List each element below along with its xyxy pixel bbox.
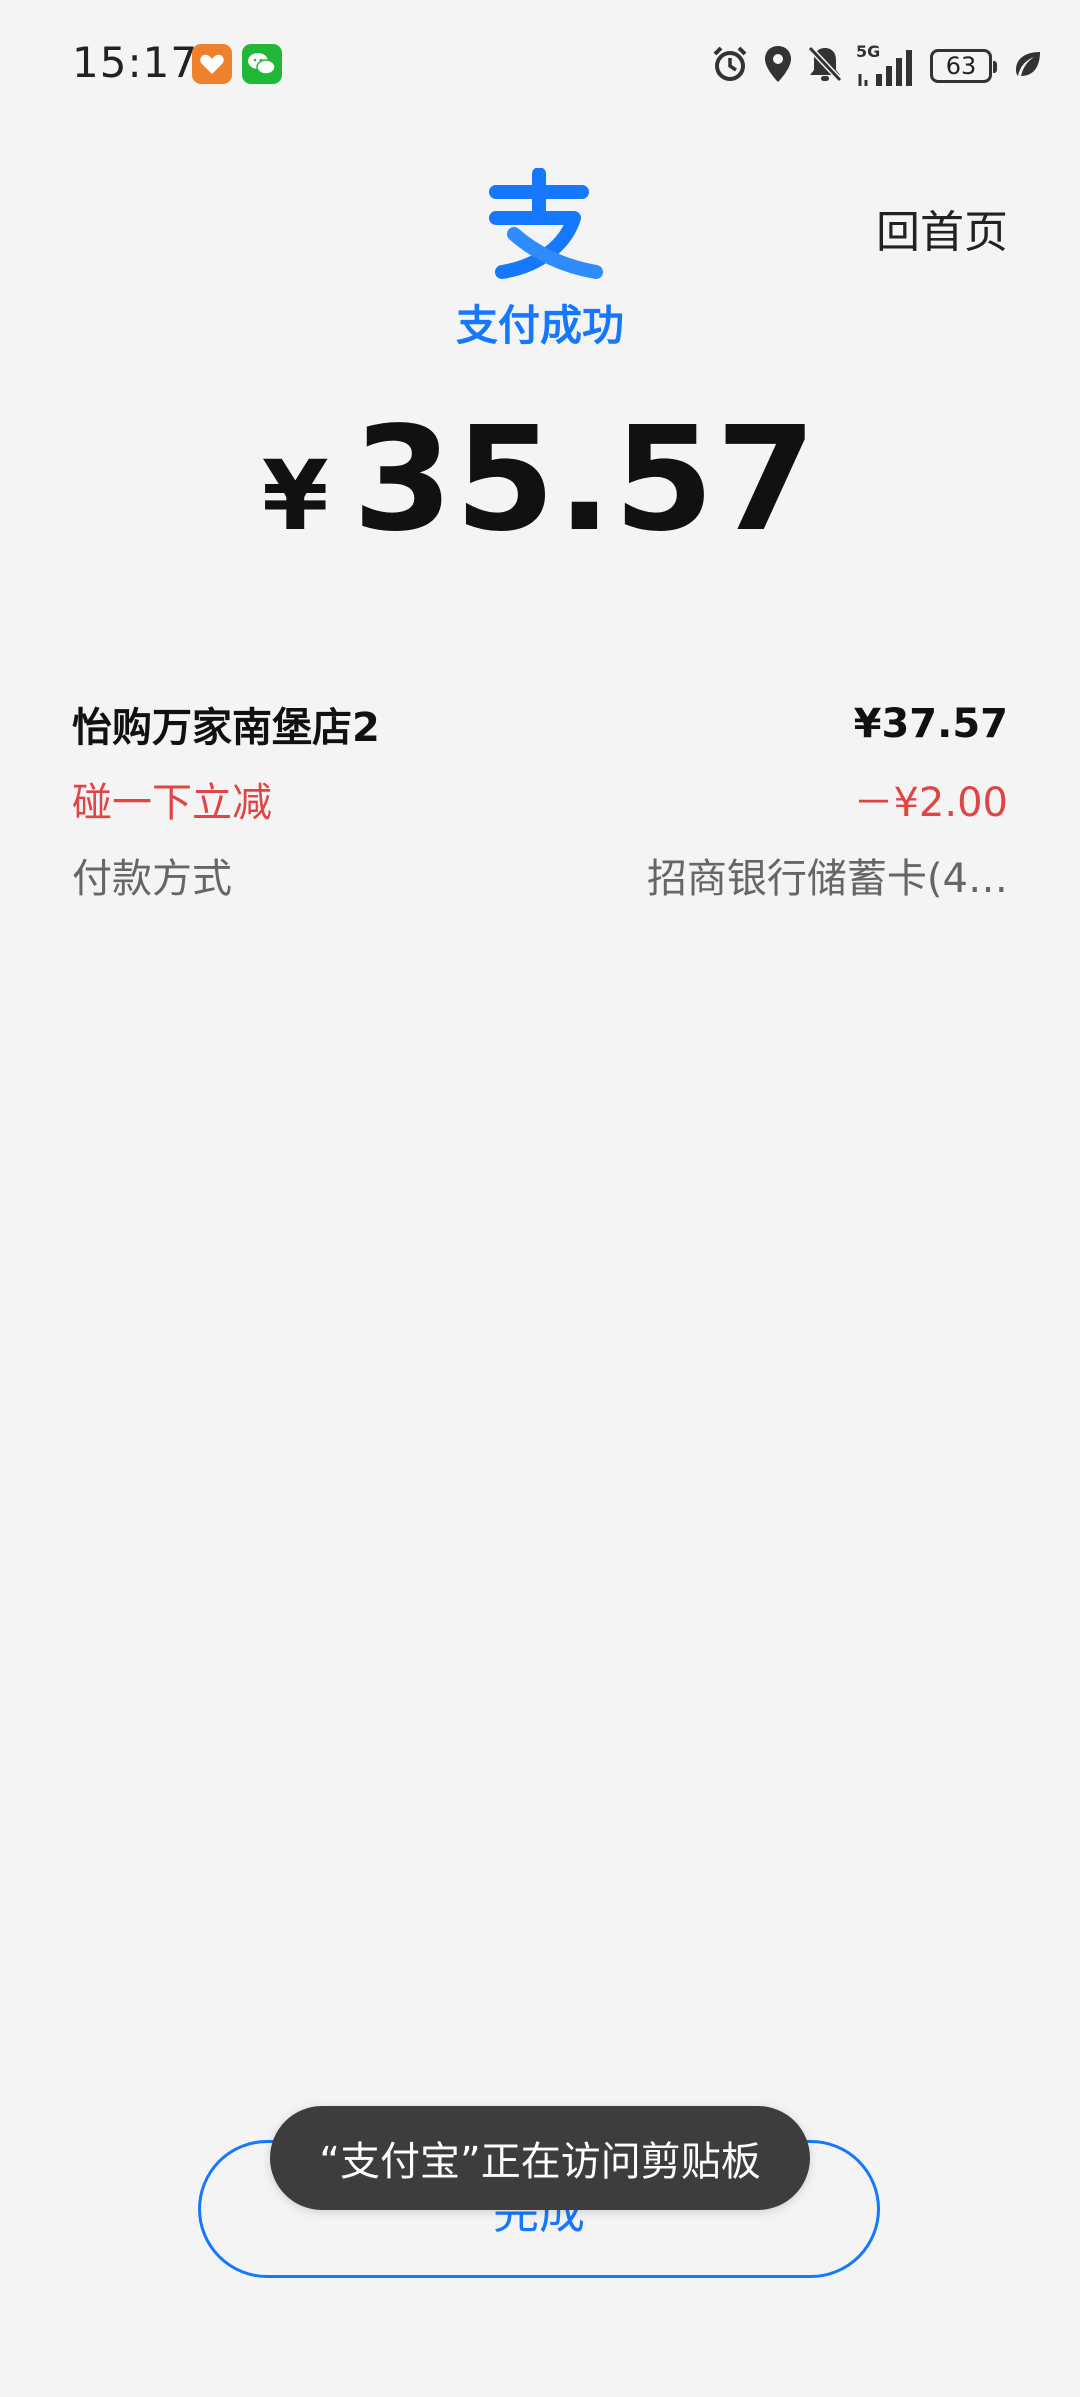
original-amount: ¥37.57 [853, 701, 1008, 747]
payment-method-label: 付款方式 [72, 856, 232, 902]
payment-success-title: 支付成功 [455, 301, 624, 350]
status-bar: 15:17 5G 63 [0, 0, 1080, 130]
currency-symbol: ¥ [261, 440, 329, 552]
merchant-row: 怡购万家南堡店2 ¥37.57 [72, 695, 1008, 753]
mute-bell-icon [806, 44, 844, 88]
payment-method-row[interactable]: 付款方式 招商银行储蓄卡(4… [72, 846, 1008, 904]
alarm-icon [710, 44, 750, 88]
payment-method-value: 招商银行储蓄卡(4… [646, 856, 1008, 902]
discount-row: 碰一下立减 －¥2.00 [72, 770, 1008, 828]
discount-amount: －¥2.00 [853, 780, 1008, 826]
merchant-name: 怡购万家南堡店2 [72, 705, 380, 751]
status-time: 15:17 [72, 38, 199, 87]
discount-label: 碰一下立减 [72, 780, 272, 826]
back-home-button[interactable]: 回首页 [876, 196, 1008, 260]
signal-icon: 5G [856, 44, 918, 88]
status-icons: 5G 63 [710, 40, 1042, 92]
location-icon [762, 44, 794, 88]
leaf-icon [1014, 50, 1042, 82]
paid-amount: ¥ 35.57 [0, 395, 1080, 563]
wechat-icon [242, 44, 282, 84]
alipay-logo-icon [474, 167, 604, 286]
battery-indicator: 63 [930, 49, 997, 83]
clipboard-toast: “支付宝”正在访问剪贴板 [270, 2106, 810, 2210]
health-app-icon [192, 44, 232, 84]
amount-value: 35.57 [352, 395, 819, 563]
